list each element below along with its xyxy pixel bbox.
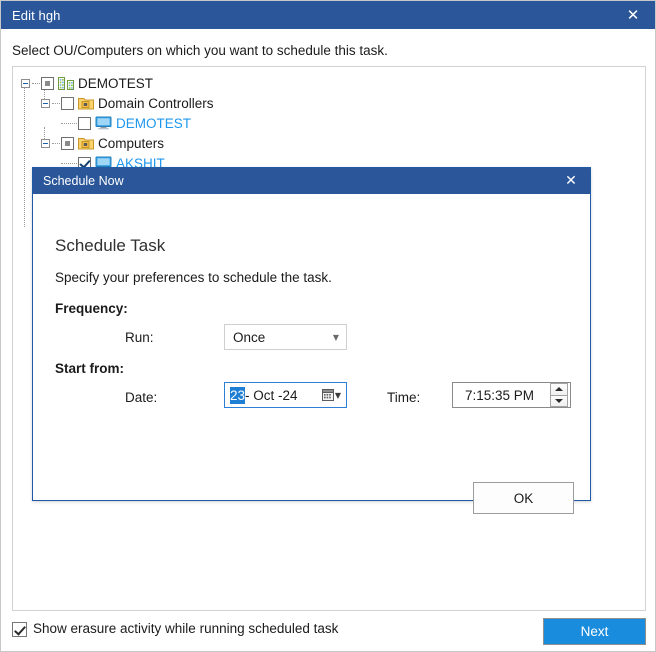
tree-connector <box>52 142 60 144</box>
tree-connector <box>61 122 77 124</box>
start-from-section-label: Start from: <box>55 361 125 376</box>
next-button[interactable]: Next <box>543 618 646 645</box>
frequency-section-label: Frequency: <box>55 301 128 316</box>
run-frequency-select[interactable]: Once ▼ <box>224 324 347 350</box>
schedule-dialog-body: Schedule Task Specify your preferences t… <box>33 194 590 514</box>
schedule-subtitle: Specify your preferences to schedule the… <box>55 270 332 285</box>
expander-minus-icon[interactable] <box>41 138 50 148</box>
instruction-text: Select OU/Computers on which you want to… <box>12 43 388 58</box>
date-picker-buttons[interactable]: ▼ <box>321 389 346 401</box>
tree-node-label: DEMOTEST <box>116 115 192 131</box>
run-label: Run: <box>125 330 154 345</box>
time-label: Time: <box>387 390 421 405</box>
tree-node-label: Computers <box>98 135 165 151</box>
show-erasure-activity-checkbox[interactable] <box>12 622 27 637</box>
time-value: 7:15:35 PM <box>464 387 535 403</box>
time-stepper-up[interactable] <box>550 383 568 395</box>
tree-node-computer-demotest[interactable]: DEMOTEST <box>19 113 645 133</box>
tree-connector <box>61 162 77 164</box>
tree-checkbox-unchecked[interactable] <box>78 116 91 130</box>
schedule-now-dialog: Schedule Now ✕ Schedule Task Specify you… <box>32 167 591 514</box>
tree-node-computers[interactable]: Computers <box>19 133 645 153</box>
date-selected-segment: 23 <box>230 386 246 404</box>
time-input[interactable]: 7:15:35 PM <box>452 382 571 408</box>
run-frequency-value: Once <box>233 329 266 345</box>
chevron-down-icon[interactable]: ▼ <box>335 391 341 400</box>
window-titlebar: Edit hgh ✕ <box>1 1 655 29</box>
ok-button[interactable]: OK <box>473 482 574 514</box>
tree-node-label: Domain Controllers <box>98 95 214 111</box>
computer-monitor-icon <box>95 116 112 130</box>
schedule-heading: Schedule Task <box>55 236 166 255</box>
date-value: 23- Oct -24 <box>225 386 322 404</box>
schedule-dialog-titlebar: Schedule Now ✕ <box>33 168 590 194</box>
close-icon[interactable]: ✕ <box>552 168 590 194</box>
chevron-down-icon: ▼ <box>332 332 340 342</box>
tree-checkbox-unchecked[interactable] <box>61 96 74 110</box>
tree-node-domain-controllers[interactable]: Domain Controllers <box>19 93 645 113</box>
ou-folder-icon <box>78 98 94 110</box>
close-icon[interactable]: ✕ <box>611 1 655 29</box>
expander-minus-icon[interactable] <box>41 98 50 108</box>
tree-list: DEMOTEST Domain Controllers DEMOTEST Com… <box>13 67 645 227</box>
window-title: Edit hgh <box>12 7 61 23</box>
edit-task-window: Edit hgh ✕ Select OU/Computers on which … <box>0 0 656 652</box>
schedule-dialog-title: Schedule Now <box>43 174 124 188</box>
tree-checkbox-partial[interactable] <box>61 136 74 150</box>
date-remaining-segment: - Oct -24 <box>245 387 298 403</box>
tree-connector <box>32 82 40 84</box>
tree-node-label: DEMOTEST <box>78 75 154 91</box>
triangle-up-icon <box>555 387 563 392</box>
tree-checkbox-partial[interactable] <box>41 76 54 90</box>
triangle-down-icon <box>555 398 563 403</box>
ou-folder-icon <box>78 138 94 150</box>
expander-minus-icon[interactable] <box>21 78 30 88</box>
time-stepper[interactable] <box>550 383 568 407</box>
tree-node-demotest-root[interactable]: DEMOTEST <box>19 73 645 93</box>
date-label: Date: <box>125 390 158 405</box>
org-building-icon <box>58 76 74 90</box>
time-stepper-down[interactable] <box>550 394 568 407</box>
date-input[interactable]: 23- Oct -24 ▼ <box>224 382 347 408</box>
calendar-icon[interactable] <box>321 389 334 401</box>
tree-connector <box>52 102 60 104</box>
show-erasure-activity-label: Show erasure activity while running sche… <box>33 621 339 636</box>
